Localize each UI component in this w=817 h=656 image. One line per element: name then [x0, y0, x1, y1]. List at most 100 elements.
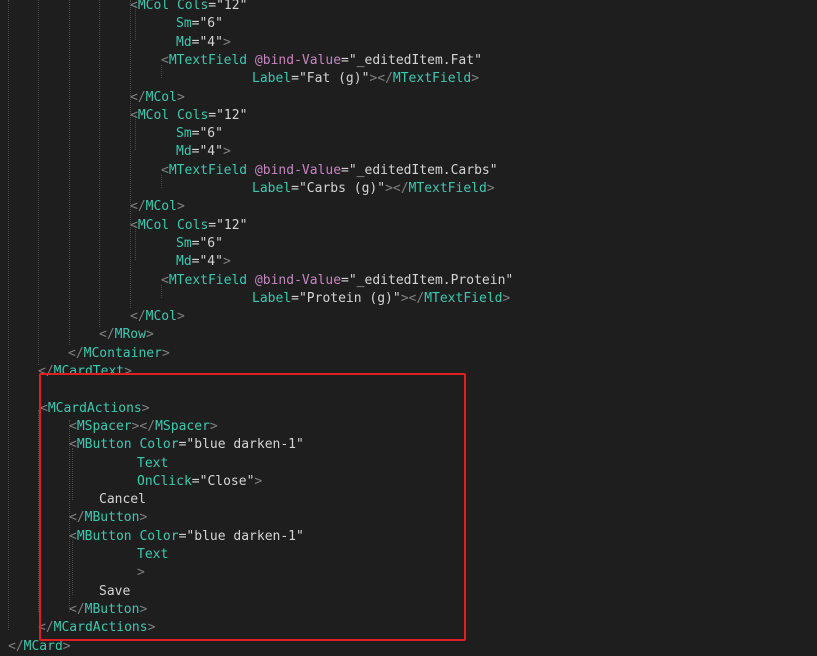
code-line[interactable]: </MCol>	[130, 198, 185, 216]
code-token-str: "blue darken-1"	[186, 437, 304, 453]
code-token-punct: >	[486, 181, 495, 196]
code-token-punct: >	[145, 327, 154, 343]
code-token-punct: >	[62, 638, 71, 654]
code-line[interactable]: </MCol>	[130, 89, 185, 107]
code-line[interactable]: Cancel	[99, 491, 146, 509]
code-line[interactable]: </MCardText>	[38, 363, 132, 381]
code-line[interactable]: </MCardActions>	[38, 619, 155, 637]
code-token-tag: MTextField	[168, 52, 248, 68]
code-line[interactable]: Label="Fat (g)"></MTextField>	[252, 70, 479, 88]
code-token-tag: MSpacer	[76, 418, 132, 434]
code-token-str: "12"	[216, 107, 248, 123]
code-token-punct: >	[139, 601, 148, 617]
code-token-punct: ></	[385, 181, 409, 196]
code-token-directive: @bind-Value	[247, 52, 342, 68]
code-token-punct: >	[147, 620, 156, 636]
code-editor[interactable]: <MCol Cols="12" Sm="6" Md="4"> <MTextField …	[0, 0, 817, 654]
code-line[interactable]: Md="4">	[176, 34, 231, 52]
code-line[interactable]: </MCard>	[8, 638, 71, 656]
code-token-str: "12"	[216, 0, 248, 13]
code-token-attr: Md	[176, 144, 192, 160]
code-line[interactable]: Md="4">	[176, 143, 231, 161]
code-line[interactable]: Save	[99, 583, 130, 601]
code-line[interactable]: Text	[137, 455, 168, 473]
code-line[interactable]: <MCol Cols="12"	[130, 217, 247, 235]
code-token-eq: =	[341, 162, 349, 178]
code-token-str: "_editedItem.Protein"	[348, 272, 514, 288]
code-token-tag: MButton	[84, 510, 140, 526]
code-line[interactable]: <MButton Color="blue darken-1"	[69, 436, 304, 454]
code-token-attr: Sm	[176, 235, 192, 251]
code-token-punct: <	[161, 162, 169, 178]
code-line[interactable]: <MCol Cols="12"	[130, 0, 247, 15]
code-token-punct: >	[161, 345, 170, 361]
code-line[interactable]: </MContainer>	[68, 345, 170, 363]
indent-guide	[99, 0, 100, 327]
code-token-str: "Carbs (g)"	[298, 181, 386, 196]
code-token-tag: MCardText	[53, 364, 125, 379]
code-line[interactable]: OnClick="Close">	[137, 473, 262, 491]
code-token-punct: >	[254, 473, 263, 489]
code-token-punct: >	[222, 254, 231, 270]
code-line[interactable]: </MRow>	[99, 326, 154, 344]
code-token-str: "blue darken-1"	[186, 528, 304, 544]
code-line[interactable]: </MButton>	[69, 601, 147, 619]
code-token-punct: </	[68, 345, 84, 361]
code-token-punct: <	[161, 52, 169, 68]
code-token-attr: Text	[137, 455, 169, 471]
code-line[interactable]: <MCardActions>	[40, 400, 150, 418]
code-token-punct: >	[141, 400, 150, 416]
code-token-directive: @bind-Value	[247, 162, 342, 178]
code-token-str: "_editedItem.Fat"	[348, 52, 482, 68]
code-line[interactable]: <MCol Cols="12"	[130, 107, 247, 125]
code-line[interactable]: </MCol>	[130, 308, 185, 326]
code-line[interactable]: <MSpacer></MSpacer>	[69, 418, 218, 436]
code-line[interactable]: Sm="6"	[176, 15, 223, 33]
code-line[interactable]: <MTextField @bind-Value="_editedItem.Car…	[161, 162, 498, 180]
code-token-punct: </	[130, 89, 146, 105]
code-token-tag: MCol	[137, 0, 170, 13]
code-token-punct: </	[38, 620, 54, 636]
code-token-attr: Label	[252, 181, 292, 196]
code-token-tag: MContainer	[83, 345, 162, 361]
indent-guide	[72, 448, 73, 500]
code-token-punct: <	[69, 528, 77, 544]
code-line[interactable]: Md="4">	[176, 253, 231, 271]
code-token-str: "Close"	[199, 473, 255, 489]
code-token-punct: >	[209, 418, 218, 434]
code-token-tag: MCol	[137, 217, 170, 233]
code-token-punct: >	[176, 199, 185, 215]
code-line[interactable]: Sm="6"	[176, 125, 223, 143]
code-token-attr: Cols	[169, 217, 209, 233]
code-token-tag: MCardActions	[47, 400, 142, 416]
code-token-str: "6"	[199, 16, 223, 32]
code-line[interactable]: >	[137, 564, 145, 582]
code-token-tag: MCol	[145, 199, 177, 215]
code-line[interactable]: </MButton>	[69, 509, 147, 527]
code-token-text: Cancel	[99, 492, 146, 508]
indent-guide	[38, 0, 39, 365]
code-token-tag: MCol	[145, 309, 177, 325]
code-line[interactable]: <MButton Color="blue darken-1"	[69, 528, 304, 546]
code-token-tag: MTextField	[424, 290, 503, 306]
code-token-attr: Color	[131, 528, 179, 544]
code-token-punct: </	[69, 510, 85, 526]
code-line[interactable]: Sm="6"	[176, 235, 223, 253]
code-token-punct: >	[222, 144, 231, 160]
code-token-punct: <	[69, 418, 77, 434]
code-token-attr: OnClick	[137, 473, 192, 489]
code-token-str: "12"	[216, 217, 248, 233]
code-line[interactable]: <MTextField @bind-Value="_editedItem.Pro…	[161, 272, 513, 290]
code-token-punct: <	[130, 217, 138, 233]
code-line[interactable]: <MTextField @bind-Value="_editedItem.Fat…	[161, 52, 482, 70]
code-token-eq: =	[291, 181, 299, 196]
code-token-attr: Md	[176, 34, 192, 50]
code-token-str: "4"	[199, 144, 223, 160]
code-line[interactable]: Text	[137, 546, 168, 564]
code-token-attr: Cols	[169, 107, 209, 123]
code-token-eq: =	[341, 272, 349, 288]
code-line[interactable]: Label="Carbs (g)"></MTextField>	[252, 180, 495, 198]
code-token-punct: <	[40, 400, 48, 416]
code-line[interactable]: Label="Protein (g)"></MTextField>	[252, 290, 510, 308]
code-token-attr: Color	[131, 437, 179, 453]
